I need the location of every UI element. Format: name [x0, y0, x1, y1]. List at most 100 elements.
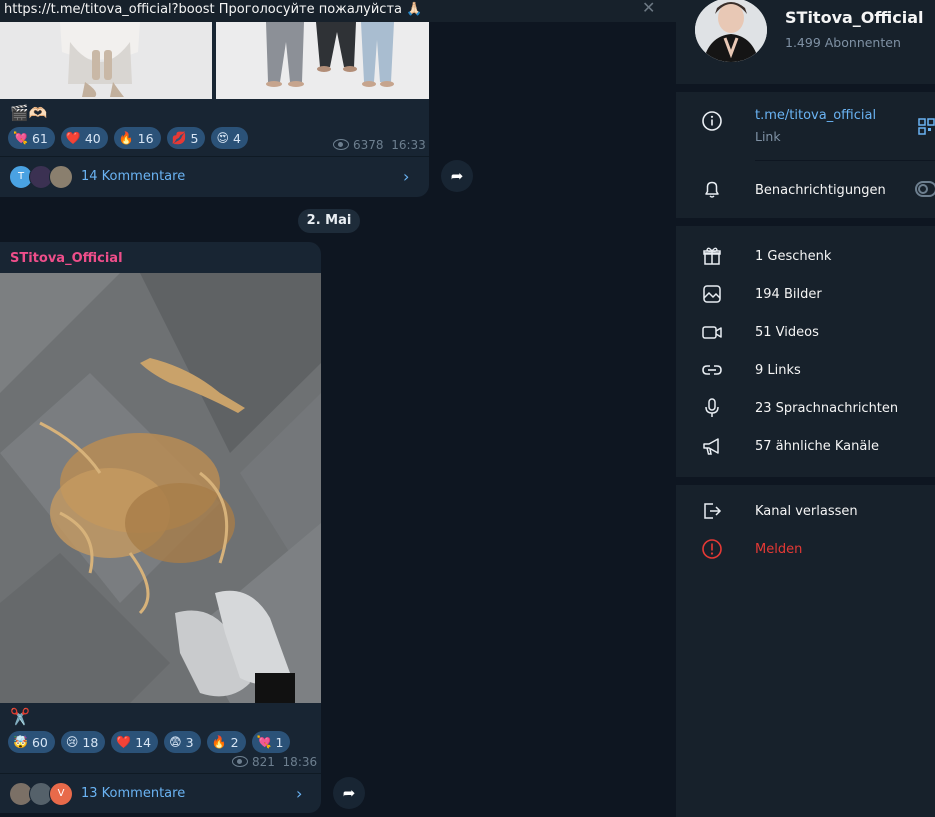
reaction-emoji: 🔥	[118, 131, 134, 145]
reaction-emoji: 🤯	[13, 735, 28, 749]
close-icon[interactable]: ✕	[642, 0, 655, 17]
channel-link[interactable]: t.me/titova_official	[755, 108, 876, 123]
reaction-chip[interactable]: 😨 3	[164, 731, 201, 753]
media-label: 51 Videos	[755, 325, 819, 340]
comments-button[interactable]: V 13 Kommentare ›	[0, 773, 321, 814]
reaction-chip[interactable]: ❤️ 40	[60, 127, 108, 149]
reaction-chip[interactable]: 😍 4	[211, 127, 248, 149]
reaction-chip[interactable]: 💋 5	[166, 127, 206, 149]
microphone-icon	[699, 395, 725, 421]
reaction-chip[interactable]: 😢 18	[60, 731, 106, 753]
reaction-emoji: 💘	[13, 131, 28, 145]
section-divider	[676, 218, 935, 226]
media-label: 57 ähnliche Kanäle	[755, 439, 879, 454]
reaction-chip[interactable]: 🔥 16	[113, 127, 161, 149]
reaction-count: 2	[230, 734, 239, 750]
photo-icon	[699, 281, 725, 307]
avatar	[49, 165, 73, 189]
reaction-emoji: 😍	[216, 131, 229, 145]
reaction-count: 61	[31, 130, 48, 146]
media-label: 9 Links	[755, 363, 801, 378]
reaction-count: 40	[84, 130, 101, 146]
comments-button[interactable]: T 14 Kommentare ›	[0, 156, 429, 197]
reactions-bar: 🤯 60 😢 18 ❤️ 14 😨 3 🔥 2 💘 1	[8, 731, 291, 753]
post-meta: 6378 16:33	[333, 138, 426, 152]
reaction-chip[interactable]: 🔥 2	[206, 731, 246, 753]
warning-icon	[699, 536, 725, 562]
media-label: 194 Bilder	[755, 287, 822, 302]
media-row-voice[interactable]: 23 Sprachnachrichten	[676, 389, 935, 427]
post-meta: 821 18:36	[232, 755, 317, 769]
megaphone-icon	[699, 433, 725, 459]
view-count: 6378	[353, 138, 384, 152]
post-photo[interactable]	[0, 273, 321, 703]
post-photo[interactable]	[216, 22, 429, 99]
report-label: Melden	[755, 542, 803, 557]
reaction-emoji: ❤️	[65, 131, 81, 145]
message-post: STitova_Official ✂️ 🤯 60 😢 18 ❤️ 14 😨 3 …	[0, 242, 321, 813]
comments-count: 14 Kommentare	[81, 169, 186, 184]
reaction-count: 14	[135, 734, 152, 750]
chevron-right-icon: ›	[296, 784, 303, 803]
notifications-toggle[interactable]	[915, 181, 935, 197]
reaction-chip[interactable]: 🤯 60	[8, 731, 55, 753]
section-divider	[676, 477, 935, 485]
comments-count: 13 Kommentare	[81, 786, 186, 801]
eye-icon	[232, 756, 248, 767]
post-caption: 🎬🫶🏻	[10, 104, 48, 122]
link-icon	[699, 357, 725, 383]
reactions-bar: 💘 61 ❤️ 40 🔥 16 💋 5 😍 4	[8, 127, 248, 149]
media-row-gifts[interactable]: 1 Geschenk	[676, 237, 935, 275]
leave-label: Kanal verlassen	[755, 504, 858, 519]
notifications-label: Benachrichtigungen	[755, 183, 886, 198]
reaction-count: 16	[137, 130, 154, 146]
reaction-emoji: 💋	[171, 131, 187, 145]
media-row-links[interactable]: 9 Links	[676, 351, 935, 389]
media-label: 23 Sprachnachrichten	[755, 401, 899, 416]
share-button[interactable]: ➦	[441, 160, 473, 192]
pinned-message-bar[interactable]: https://t.me/titova_official?boost Прого…	[0, 0, 676, 22]
gift-icon	[699, 243, 725, 269]
bell-icon	[699, 176, 725, 202]
share-icon: ➦	[450, 167, 464, 185]
post-caption: ✂️	[10, 707, 30, 726]
message-post: 🎬🫶🏻 💘 61 ❤️ 40 🔥 16 💋 5 😍 4 6378 16:33 T 14 K…	[0, 22, 429, 197]
video-icon	[699, 319, 725, 345]
avatar: V	[49, 782, 73, 806]
reaction-count: 5	[190, 130, 199, 146]
reaction-chip[interactable]: 💘 1	[251, 731, 291, 753]
post-time: 18:36	[282, 755, 318, 769]
link-caption: Link	[755, 129, 781, 144]
channel-avatar[interactable]	[695, 0, 767, 62]
reaction-count: 1	[275, 734, 284, 750]
media-row-photos[interactable]: 194 Bilder	[676, 275, 935, 313]
channel-info-panel: STitova_Official 1.499 Abonnenten t.me/t…	[676, 0, 935, 817]
reaction-emoji: 🔥	[211, 735, 227, 749]
reaction-count: 3	[185, 734, 194, 750]
share-icon: ➦	[342, 784, 356, 802]
chevron-right-icon: ›	[403, 167, 410, 186]
post-time: 16:33	[391, 138, 426, 152]
report-button[interactable]: Melden	[676, 530, 935, 568]
media-row-similar-channels[interactable]: 57 ähnliche Kanäle	[676, 427, 935, 465]
view-count: 821	[252, 755, 275, 769]
info-icon	[699, 108, 725, 134]
eye-icon	[333, 139, 349, 150]
reaction-emoji: 😢	[65, 735, 79, 749]
media-label: 1 Geschenk	[755, 249, 832, 264]
pinned-message-text[interactable]: https://t.me/titova_official?boost Прого…	[4, 2, 422, 17]
leave-channel-button[interactable]: Kanal verlassen	[676, 492, 935, 530]
share-button[interactable]: ➦	[333, 777, 365, 809]
chat-area: https://t.me/titova_official?boost Прого…	[0, 0, 676, 817]
reaction-chip[interactable]: ❤️ 14	[111, 731, 159, 753]
section-divider	[676, 84, 935, 92]
row-divider	[755, 160, 935, 161]
reaction-emoji: 😨	[169, 735, 182, 749]
reaction-chip[interactable]: 💘 61	[8, 127, 55, 149]
post-author[interactable]: STitova_Official	[10, 251, 123, 266]
subscriber-count: 1.499 Abonnenten	[785, 35, 901, 50]
reaction-count: 18	[82, 734, 99, 750]
media-row-videos[interactable]: 51 Videos	[676, 313, 935, 351]
qr-code-icon[interactable]	[918, 118, 935, 135]
post-photo[interactable]	[0, 22, 212, 99]
